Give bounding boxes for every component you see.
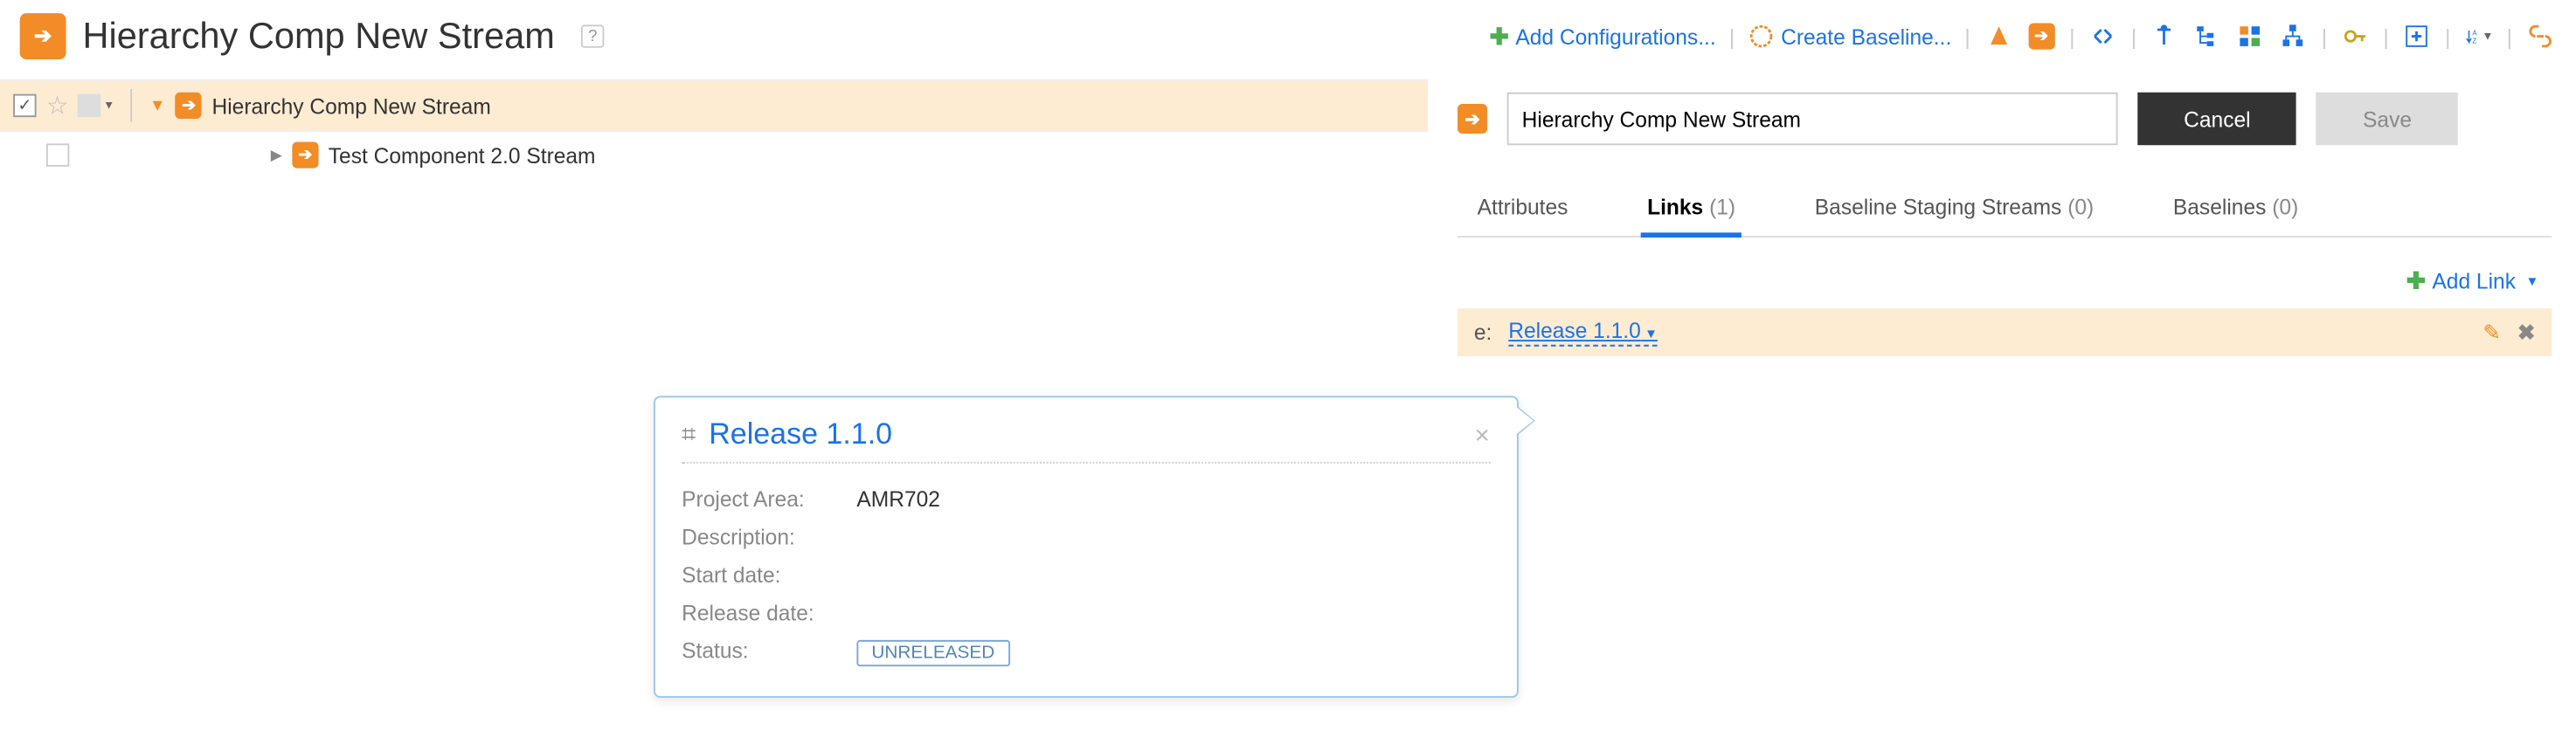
stream-icon: ➔: [176, 93, 202, 119]
tabs: Attributes Links (1) Baseline Staging St…: [1458, 182, 2552, 238]
link-icon[interactable]: [2525, 22, 2555, 52]
link-row-label-fragment: e:: [1474, 320, 1492, 344]
cancel-button[interactable]: Cancel: [2137, 93, 2296, 145]
add-configurations-button[interactable]: ✚ Add Configurations...: [1490, 23, 1716, 51]
hierarchy-icon[interactable]: [2279, 22, 2309, 52]
page-header: ➔ Hierarchy Comp New Stream ? ✚ Add Conf…: [0, 0, 2575, 79]
plus-icon: ✚: [1490, 23, 1509, 51]
toolbar: ✚ Add Configurations... | Create Baselin…: [1490, 22, 2556, 52]
stream-icon: ➔: [1458, 104, 1487, 134]
tab-baselines[interactable]: Baselines (0): [2166, 182, 2304, 236]
separator: |: [2322, 24, 2327, 48]
release-link[interactable]: Release 1.1.0: [1508, 319, 1658, 347]
row-checkbox[interactable]: [13, 94, 36, 117]
divider: [131, 89, 133, 122]
add-link-button[interactable]: ✚ Add Link ▼: [2406, 267, 2539, 295]
edit-row: ➔ Cancel Save: [1458, 93, 2552, 145]
popover-header: ⌗ Release 1.1.0 ✕: [682, 417, 1491, 464]
expand-caret-icon[interactable]: ▶: [271, 146, 282, 164]
baseline-icon: [1748, 23, 1774, 49]
tree-child-label: Test Component 2.0 Stream: [329, 142, 596, 167]
add-box-icon[interactable]: [2402, 22, 2432, 52]
tree-root-row[interactable]: ☆ ▼ ➔ Hierarchy Comp New Stream: [0, 79, 1428, 132]
package-icon: ⌗: [682, 421, 696, 449]
tree-root-label: Hierarchy Comp New Stream: [211, 93, 490, 118]
tab-baseline-staging-streams[interactable]: Baseline Staging Streams (0): [1808, 182, 2101, 236]
popover-title: Release 1.1.0: [709, 417, 892, 452]
field-description: Description:: [682, 518, 1491, 555]
remove-icon[interactable]: ✖: [2517, 320, 2536, 346]
tree-icon[interactable]: [2192, 22, 2222, 52]
edit-icon[interactable]: ✎: [2483, 320, 2501, 346]
key-icon[interactable]: [2340, 22, 2370, 52]
expand-caret-icon[interactable]: ▼: [149, 97, 166, 115]
field-start-date: Start date:: [682, 556, 1491, 594]
separator: |: [1729, 24, 1735, 48]
stream-action-icon[interactable]: ➔: [2026, 22, 2056, 52]
puzzle-icon[interactable]: [2236, 22, 2266, 52]
links-toolbar: ✚ Add Link ▼: [1458, 238, 2552, 308]
save-button[interactable]: Save: [2316, 93, 2458, 145]
stream-name-input[interactable]: [1507, 93, 2118, 145]
stream-icon: ➔: [292, 141, 318, 168]
tab-links[interactable]: Links (1): [1641, 182, 1742, 236]
add-configurations-label: Add Configurations...: [1515, 24, 1715, 48]
details-panel: ➔ Cancel Save Attributes Links (1) Basel…: [1428, 79, 2575, 356]
clipboard-menu-icon[interactable]: [79, 94, 101, 117]
svg-text:A: A: [2472, 29, 2477, 37]
separator: |: [2383, 24, 2388, 48]
separator: |: [2069, 24, 2074, 48]
close-icon[interactable]: ✕: [1474, 424, 1491, 446]
row-checkbox[interactable]: [46, 143, 69, 166]
status-badge: UNRELEASED: [856, 640, 1009, 666]
pin-icon[interactable]: [2150, 22, 2179, 52]
cone-icon[interactable]: [1984, 22, 2013, 52]
stream-icon: ➔: [20, 13, 66, 59]
tab-attributes[interactable]: Attributes: [1471, 182, 1575, 236]
separator: |: [2445, 24, 2450, 48]
svg-text:Z: Z: [2472, 37, 2476, 45]
page-title: Hierarchy Comp New Stream: [82, 15, 554, 58]
add-link-label: Add Link: [2432, 269, 2516, 293]
chevron-down-icon: ▼: [2525, 274, 2538, 289]
separator: |: [1964, 24, 1970, 48]
separator: |: [2507, 24, 2512, 48]
sort-icon[interactable]: AZ▼: [2464, 22, 2494, 52]
compare-icon[interactable]: [2088, 22, 2118, 52]
tree-child-row[interactable]: ▶ ➔ Test Component 2.0 Stream: [0, 132, 1428, 178]
release-popover: ⌗ Release 1.1.0 ✕ Project Area: AMR702 D…: [654, 396, 1519, 698]
field-release-date: Release date:: [682, 594, 1491, 631]
separator: |: [2131, 24, 2136, 48]
tree-panel: ☆ ▼ ➔ Hierarchy Comp New Stream ▶ ➔ Test…: [0, 79, 1428, 356]
help-icon[interactable]: ?: [581, 24, 604, 47]
favorite-icon[interactable]: ☆: [46, 91, 68, 121]
header-left: ➔ Hierarchy Comp New Stream ?: [20, 13, 605, 59]
field-status: Status: UNRELEASED: [682, 631, 1491, 672]
create-baseline-label: Create Baseline...: [1781, 24, 1951, 48]
link-row[interactable]: e: Release 1.1.0 ✎ ✖: [1458, 308, 2552, 356]
plus-icon: ✚: [2406, 267, 2426, 295]
field-project-area: Project Area: AMR702: [682, 480, 1491, 518]
link-row-actions: ✎ ✖: [2483, 320, 2535, 346]
create-baseline-button[interactable]: Create Baseline...: [1748, 23, 1951, 49]
